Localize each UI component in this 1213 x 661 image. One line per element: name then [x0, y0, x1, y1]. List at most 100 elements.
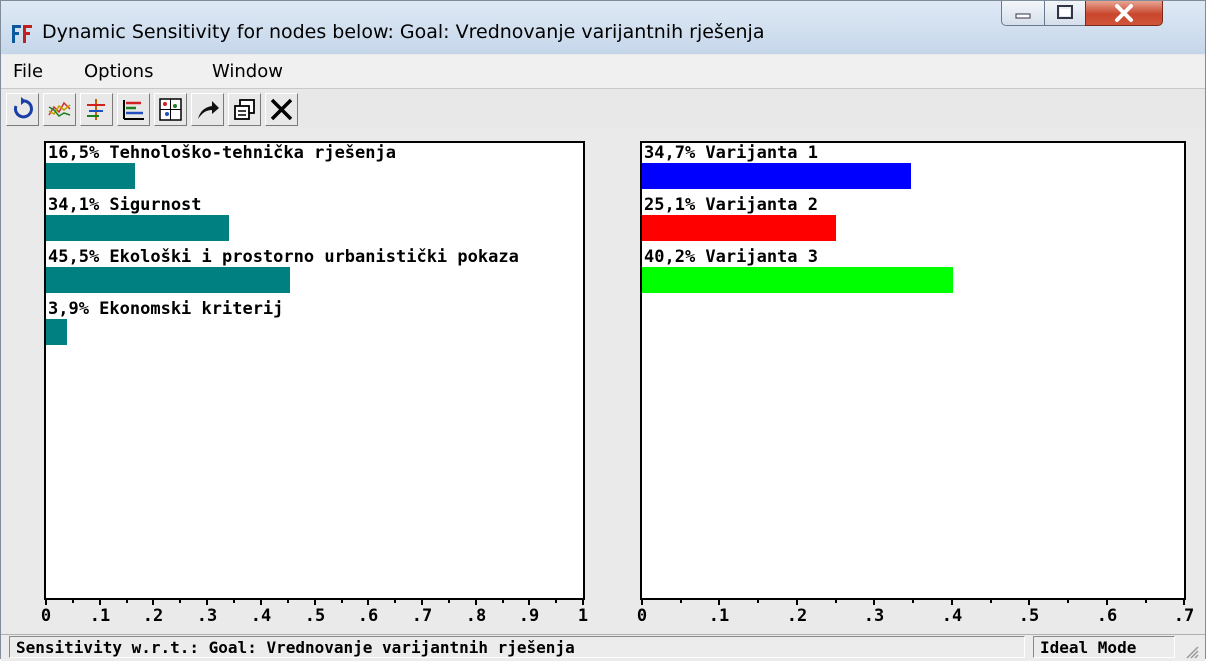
menu-bar: File Options Window — [1, 55, 1205, 89]
alternatives-panel: 34,7% Varijanta 1 25,1% Varijanta 2 40,2% … — [640, 141, 1186, 600]
difference-graph-icon — [198, 101, 219, 119]
axis-tick — [796, 599, 798, 605]
axis-tick — [99, 599, 101, 605]
menu-window[interactable]: Window — [212, 61, 283, 82]
axis-tick — [951, 599, 953, 605]
alternative-bar[interactable] — [642, 267, 953, 293]
axis-minor-tick — [233, 599, 235, 603]
minimize-button[interactable] — [1001, 1, 1045, 26]
axis-tick-label: .3 — [863, 606, 885, 626]
app-window: Dynamic Sensitivity for nodes below: Goa… — [0, 0, 1206, 661]
menu-file[interactable]: File — [13, 61, 43, 82]
axis-minor-tick — [448, 599, 450, 603]
gradient-graph-icon — [123, 100, 144, 120]
axis-tick — [367, 599, 369, 605]
criterion-bar[interactable] — [46, 319, 67, 345]
axis-tick-label: .3 — [196, 606, 218, 626]
dynamic-graph-icon — [48, 101, 71, 117]
criteria-panel: 16,5% Tehnološko-tehnička rješenja 34,1% … — [44, 141, 585, 600]
axis-tick-label: .8 — [465, 606, 487, 626]
axis-minor-tick — [555, 599, 557, 603]
performance-graph-icon — [87, 99, 105, 120]
axis-tick-label: .5 — [1018, 606, 1040, 626]
refresh-button[interactable] — [6, 93, 39, 126]
alternative-bar[interactable] — [642, 215, 836, 241]
axis-tick-label: .4 — [250, 606, 272, 626]
axis-tick — [152, 599, 154, 605]
two-dimensional-graph-icon — [159, 98, 182, 121]
maximize-button[interactable] — [1044, 1, 1086, 26]
axis-tick — [718, 599, 720, 605]
close-icon — [270, 98, 293, 121]
axis-tick-label: .7 — [411, 606, 433, 626]
app-logo-icon — [11, 23, 33, 45]
axis-minor-tick — [1067, 599, 1069, 603]
axis-tick-label: .5 — [304, 606, 326, 626]
axis-tick — [1183, 599, 1185, 605]
dynamic-graph-button[interactable] — [43, 93, 76, 126]
axis-tick — [421, 599, 423, 605]
axis-tick-label: .2 — [786, 606, 808, 626]
alternatives-axis: 0 .1 .2 .3 .4 .5 .6 .7 — [637, 599, 1194, 635]
title-bar[interactable]: Dynamic Sensitivity for nodes below: Goa… — [1, 1, 1205, 54]
close-window-button[interactable] — [1085, 1, 1163, 26]
axis-tick — [45, 599, 47, 605]
window-title: Dynamic Sensitivity for nodes below: Goa… — [42, 21, 765, 43]
axis-tick — [260, 599, 262, 605]
status-mode: Ideal Mode — [1033, 636, 1175, 658]
status-bar: Sensitivity w.r.t.: Goal: Vrednovanje va… — [1, 634, 1205, 661]
axis-minor-tick — [179, 599, 181, 603]
refresh-icon — [13, 97, 33, 119]
axis-tick-label: .7 — [1173, 606, 1195, 626]
axis-tick-label: .6 — [357, 606, 379, 626]
axis-tick — [1106, 599, 1108, 605]
alternative-bar[interactable] — [642, 163, 911, 189]
axis-tick-label: 0 — [40, 606, 52, 626]
axis-tick — [873, 599, 875, 605]
axis-minor-tick — [341, 599, 343, 603]
axis-minor-tick — [912, 599, 914, 603]
criterion-label: 3,9% Ekonomski kriterij — [48, 299, 284, 319]
axis-minor-tick — [287, 599, 289, 603]
gradient-graph-button[interactable] — [117, 93, 150, 126]
axis-tick — [582, 599, 584, 605]
axis-minor-tick — [1145, 599, 1147, 603]
criteria-axis: 0 .1 .2 .3 .4 .5 .6 .7 .8 .9 1 — [41, 599, 588, 635]
axis-minor-tick — [757, 599, 759, 603]
axis-minor-tick — [502, 599, 504, 603]
performance-graph-button[interactable] — [80, 93, 113, 126]
axis-minor-tick — [72, 599, 74, 603]
difference-graph-button[interactable] — [191, 93, 224, 126]
axis-tick — [1028, 599, 1030, 605]
axis-minor-tick — [394, 599, 396, 603]
criterion-label: 45,5% Ekološki i prostorno urbanistički … — [48, 247, 519, 267]
alternative-label: 34,7% Varijanta 1 — [644, 143, 818, 163]
alternative-label: 25,1% Varijanta 2 — [644, 195, 818, 215]
axis-tick-label: .2 — [142, 606, 164, 626]
axis-tick — [641, 599, 643, 605]
axis-tick — [314, 599, 316, 605]
copy-button[interactable] — [228, 93, 261, 126]
resize-grip-icon[interactable] — [1183, 643, 1199, 659]
axis-minor-tick — [126, 599, 128, 603]
axis-tick — [206, 599, 208, 605]
criterion-bar[interactable] — [46, 163, 135, 189]
two-dimensional-graph-button[interactable] — [154, 93, 187, 126]
axis-tick-label: 1 — [577, 606, 589, 626]
criterion-bar[interactable] — [46, 267, 290, 293]
axis-tick-label: .9 — [518, 606, 540, 626]
criterion-label: 16,5% Tehnološko-tehnička rješenja — [48, 143, 396, 163]
axis-tick-label: 0 — [636, 606, 648, 626]
axis-tick-label: .6 — [1096, 606, 1118, 626]
criterion-bar[interactable] — [46, 215, 229, 241]
axis-tick-label: .1 — [708, 606, 730, 626]
menu-options[interactable]: Options — [84, 61, 153, 82]
axis-minor-tick — [680, 599, 682, 603]
close-graph-button[interactable] — [265, 93, 298, 126]
axis-tick-label: .1 — [89, 606, 111, 626]
axis-tick — [475, 599, 477, 605]
criterion-label: 34,1% Sigurnost — [48, 195, 202, 215]
axis-tick — [528, 599, 530, 605]
toolbar — [1, 89, 1205, 129]
status-text: Sensitivity w.r.t.: Goal: Vrednovanje va… — [9, 636, 1025, 658]
